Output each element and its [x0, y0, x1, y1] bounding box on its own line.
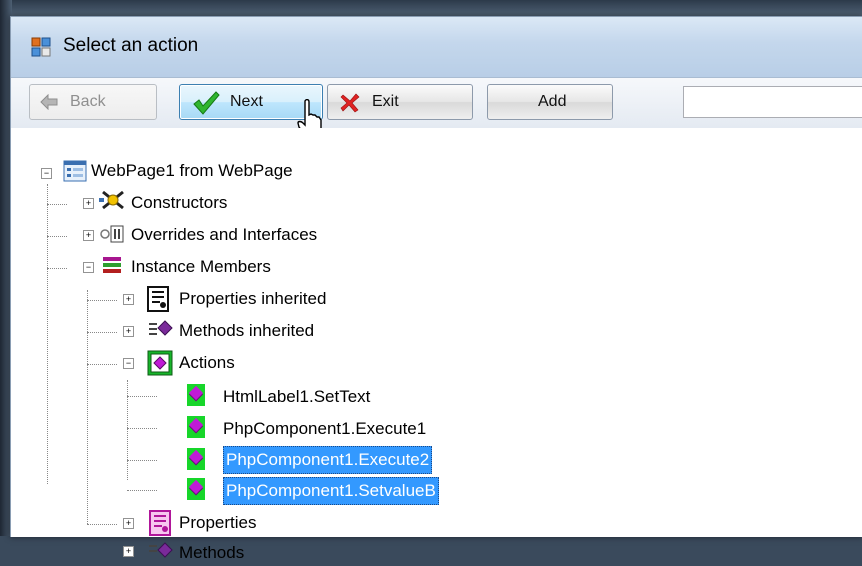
action-item-icon — [187, 416, 205, 438]
tree-item-label: Methods — [179, 543, 245, 562]
expand-toggle[interactable]: + — [83, 198, 94, 209]
collapse-toggle[interactable]: − — [41, 168, 52, 179]
check-icon — [193, 91, 220, 115]
methods-icon — [149, 542, 173, 558]
next-label: Next — [230, 93, 263, 110]
toolbar: Back Next Exit Add — [11, 77, 862, 129]
tree-item-label: WebPage1 from WebPage — [91, 161, 293, 180]
tree-connector — [127, 460, 157, 461]
tree-item-label: Overrides and Interfaces — [131, 225, 318, 244]
exit-button[interactable]: Exit — [327, 84, 473, 120]
add-label: Add — [538, 93, 567, 110]
collapse-toggle[interactable]: − — [123, 358, 134, 369]
x-icon — [340, 93, 360, 113]
add-button[interactable]: Add — [487, 84, 613, 120]
expand-toggle[interactable]: + — [123, 518, 134, 529]
tree-item-label: PhpComponent1.Execute2 — [223, 446, 433, 474]
action-item-icon — [187, 448, 205, 470]
tree-item-label: Properties — [179, 513, 257, 532]
class-icon — [63, 160, 87, 182]
search-input[interactable] — [683, 86, 862, 118]
tree-connector — [47, 268, 67, 269]
tree-connector — [87, 364, 117, 365]
action-item-icon — [187, 478, 205, 500]
action-tree[interactable]: − WebPage1 from WebPage + Constructors + — [11, 128, 862, 562]
actions-icon — [147, 350, 173, 376]
tree-item-label: Constructors — [131, 193, 228, 212]
tree-connector — [127, 380, 128, 480]
tree-item-label: Actions — [179, 353, 235, 372]
tree-connector — [47, 236, 67, 237]
tree-connector — [87, 290, 88, 524]
tree-item-label: Instance Members — [131, 257, 271, 276]
back-label: Back — [70, 93, 106, 110]
action-item-icon — [187, 384, 205, 406]
window-title: Select an action — [63, 35, 199, 56]
expand-toggle[interactable]: + — [123, 326, 134, 337]
exit-label: Exit — [372, 93, 399, 110]
select-action-dialog: Select an action Back Next Exit Add − We… — [10, 16, 862, 562]
collapse-toggle[interactable]: − — [83, 262, 94, 273]
back-arrow-icon — [40, 94, 58, 110]
methods-icon — [149, 320, 173, 336]
tree-item-label: Methods inherited — [179, 321, 315, 340]
tree-connector — [47, 204, 67, 205]
back-button[interactable]: Back — [29, 84, 157, 120]
expand-toggle[interactable]: + — [123, 546, 134, 557]
tree-connector — [87, 300, 117, 301]
expand-toggle[interactable]: + — [123, 294, 134, 305]
window-icon — [31, 37, 51, 57]
members-icon — [103, 257, 121, 273]
interface-icon — [100, 225, 124, 243]
tree-item-label: HtmlLabel1.SetText — [223, 387, 371, 406]
tree-item-label: Properties inherited — [179, 289, 327, 308]
properties-icon — [147, 286, 169, 312]
tree-item-label: PhpComponent1.Execute1 — [223, 419, 427, 438]
tree-connector — [127, 428, 157, 429]
constructor-icon — [99, 190, 124, 210]
expand-toggle[interactable]: + — [83, 230, 94, 241]
tree-connector — [87, 332, 117, 333]
tree-connector — [127, 490, 157, 491]
tree-connector — [87, 524, 117, 525]
tree-item-label: PhpComponent1.SetvalueB — [223, 477, 439, 505]
title-bar: Select an action — [11, 17, 862, 81]
properties-icon — [149, 510, 171, 536]
tree-connector — [127, 396, 157, 397]
tree-connector — [47, 184, 48, 484]
